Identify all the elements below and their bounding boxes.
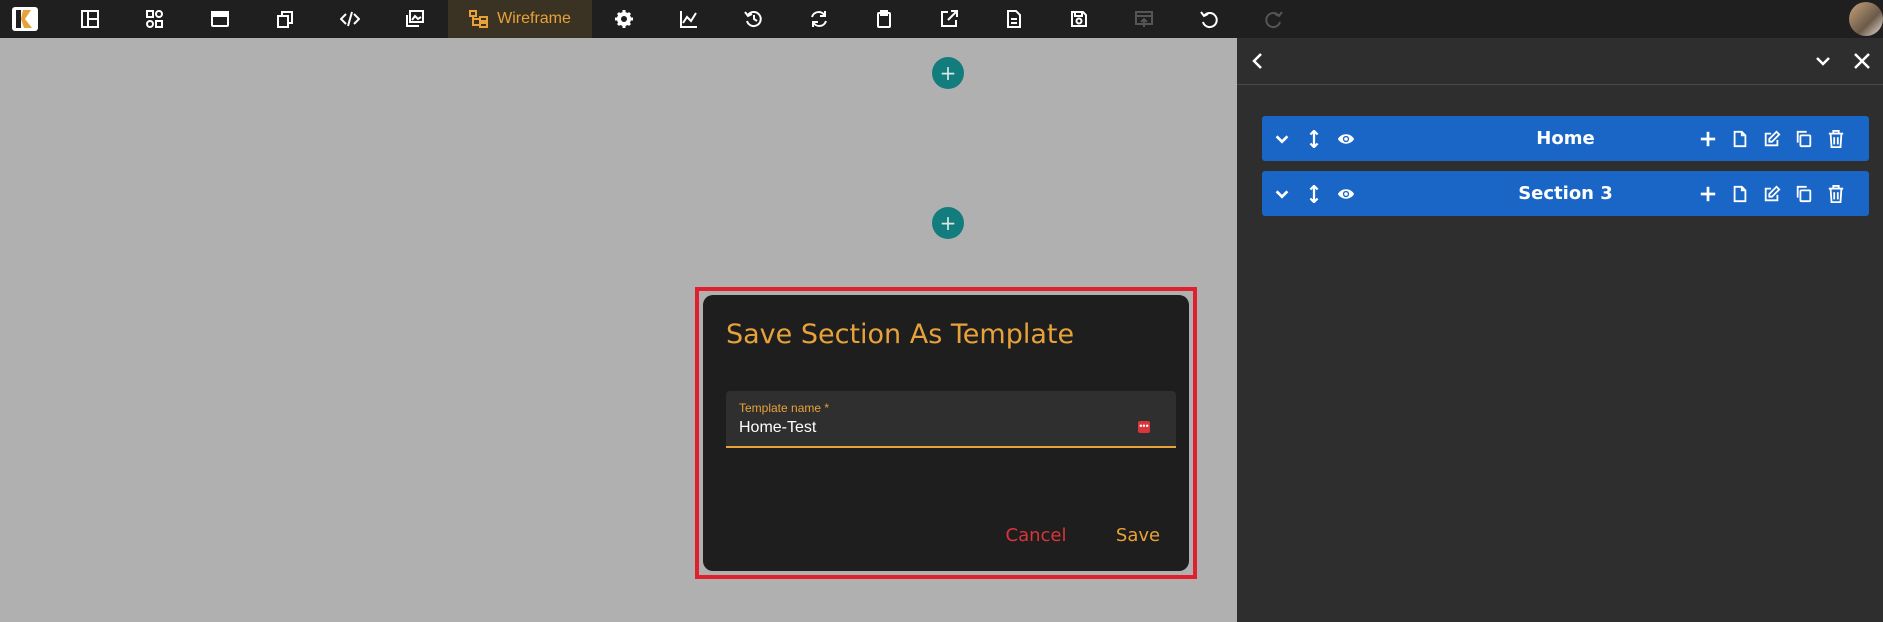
edit-icon[interactable] — [1757, 171, 1787, 216]
add-section-button[interactable]: + — [932, 207, 964, 239]
close-icon[interactable] — [1847, 46, 1877, 76]
settings-icon[interactable] — [605, 0, 643, 38]
document-icon[interactable] — [995, 0, 1033, 38]
section-title: Home — [1536, 128, 1595, 149]
drag-handle-icon[interactable] — [1299, 116, 1329, 161]
sections-panel: Home Section 3 — [1237, 38, 1883, 622]
tab-wireframe-label: Wireframe — [497, 10, 571, 27]
add-icon[interactable] — [1693, 171, 1723, 216]
user-avatar[interactable] — [1849, 2, 1883, 36]
cancel-button[interactable]: Cancel — [986, 520, 1086, 550]
eye-icon[interactable] — [1331, 171, 1361, 216]
redo-icon — [1255, 0, 1293, 38]
add-icon[interactable] — [1693, 116, 1723, 161]
history-icon[interactable] — [735, 0, 773, 38]
clipboard-icon[interactable] — [865, 0, 903, 38]
section-row-section-3[interactable]: Section 3 — [1262, 171, 1869, 216]
expand-chevron-icon[interactable] — [1267, 171, 1297, 216]
section-title: Section 3 — [1518, 183, 1613, 204]
wireframe-icon — [469, 10, 489, 28]
app-logo-icon[interactable] — [12, 7, 38, 31]
publish-icon — [1125, 0, 1163, 38]
drag-handle-icon[interactable] — [1299, 171, 1329, 216]
save-icon[interactable] — [1060, 0, 1098, 38]
trash-icon[interactable] — [1821, 171, 1851, 216]
add-section-button[interactable]: + — [932, 57, 964, 89]
modal-highlight-frame: Save Section As Template Template name *… — [695, 287, 1197, 579]
trash-icon[interactable] — [1821, 116, 1851, 161]
undo-icon[interactable] — [1190, 0, 1228, 38]
file-icon[interactable] — [1725, 171, 1755, 216]
widgets-icon[interactable] — [136, 0, 174, 38]
eye-icon[interactable] — [1331, 116, 1361, 161]
back-chevron-icon[interactable] — [1243, 46, 1273, 76]
pages-icon[interactable] — [266, 0, 304, 38]
password-manager-icon[interactable]: ••• — [1138, 421, 1150, 433]
edit-icon[interactable] — [1757, 116, 1787, 161]
tab-wireframe[interactable]: Wireframe — [448, 0, 592, 38]
chevron-down-icon[interactable] — [1808, 46, 1838, 76]
window-icon[interactable] — [201, 0, 239, 38]
dialog-title: Save Section As Template — [726, 319, 1075, 350]
section-row-home[interactable]: Home — [1262, 116, 1869, 161]
template-name-input[interactable] — [739, 417, 1119, 439]
analytics-icon[interactable] — [670, 0, 708, 38]
template-name-label: Template name * — [739, 401, 829, 415]
required-marker: * — [824, 401, 830, 415]
save-template-dialog: Save Section As Template Template name *… — [703, 295, 1189, 571]
top-toolbar: Wireframe — [0, 0, 1883, 38]
expand-chevron-icon[interactable] — [1267, 116, 1297, 161]
layout-icon[interactable] — [71, 0, 109, 38]
gallery-icon[interactable] — [396, 0, 434, 38]
panel-header — [1237, 38, 1883, 85]
save-button[interactable]: Save — [1103, 520, 1173, 550]
code-icon[interactable] — [331, 0, 369, 38]
external-link-icon[interactable] — [930, 0, 968, 38]
template-name-field[interactable]: Template name * ••• — [726, 391, 1176, 448]
sync-icon[interactable] — [800, 0, 838, 38]
copy-icon[interactable] — [1789, 116, 1819, 161]
copy-icon[interactable] — [1789, 171, 1819, 216]
field-label-text: Template name — [739, 401, 822, 415]
file-icon[interactable] — [1725, 116, 1755, 161]
